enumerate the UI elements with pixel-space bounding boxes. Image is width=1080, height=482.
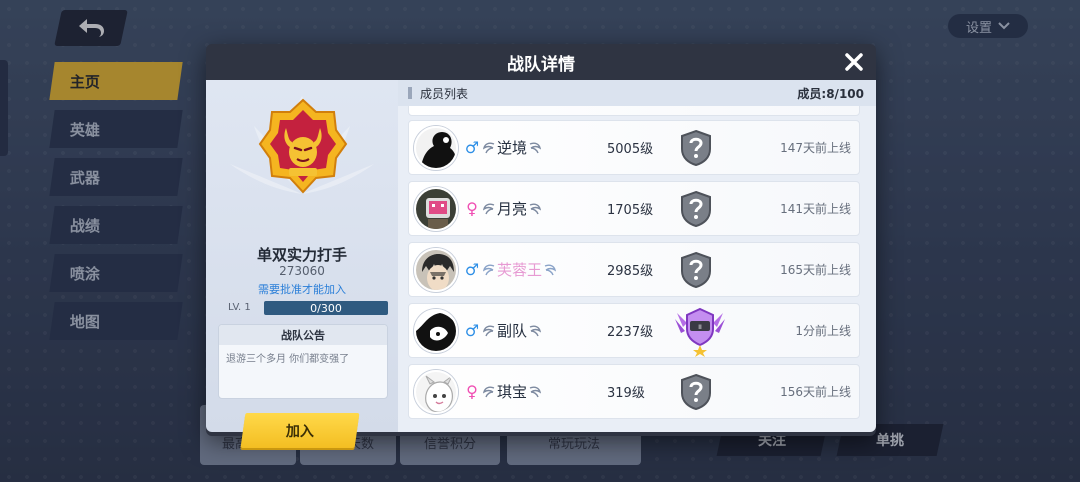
member-list-title: 成员列表: [420, 86, 469, 101]
avatar[interactable]: [414, 247, 458, 292]
join-button-label: 加入: [286, 423, 314, 440]
member-row[interactable]: ♂ 逆境 5005级 147天前上线: [408, 120, 860, 175]
member-level: 1705级: [607, 203, 654, 218]
avatar-sketch-icon: [416, 310, 456, 351]
avatar[interactable]: [414, 125, 458, 170]
wing-left-icon: [483, 386, 495, 397]
gender-male-icon: ♂: [464, 260, 480, 279]
member-name: 副队: [497, 322, 528, 340]
wing-left-icon: [483, 203, 495, 214]
avatar-silhouette-icon: [416, 127, 456, 168]
member-name-wrap: 芙蓉王: [483, 259, 557, 280]
team-exp-bar: 0/300: [264, 301, 388, 315]
team-exp-text: 0/300: [310, 301, 342, 315]
close-button[interactable]: [840, 48, 868, 76]
member-list-panel: 成员列表 成员:8/100 ♂ 逆境 5005级 147天前上线 ♀ 月亮 17…: [398, 80, 876, 432]
notice-content: 退游三个多月 你们都变强了: [226, 354, 350, 365]
member-name: 月亮: [497, 200, 528, 218]
close-icon: [845, 53, 863, 71]
team-emblem-icon: [258, 98, 348, 194]
member-row[interactable]: ♂ 副队 2237级 II 1分前上线: [408, 303, 860, 358]
team-info-panel: 单双实力打手 273060 需要批准才能加入 LV. 1 0/300 战队公告 …: [206, 80, 398, 448]
avatar-tv-head-icon: [416, 188, 456, 229]
join-requirement: 需要批准才能加入: [258, 283, 346, 296]
member-count: 成员:8/100: [797, 86, 864, 101]
avatar[interactable]: [414, 308, 458, 353]
team-notice: 战队公告 退游三个多月 你们都变强了: [218, 324, 388, 399]
notice-title: 战队公告: [219, 325, 387, 345]
gender-female-icon: ♀: [466, 382, 478, 401]
unknown-rank-icon: [681, 373, 711, 410]
last-online: 156天前上线: [780, 385, 851, 399]
unknown-rank-icon: [681, 251, 711, 288]
member-row[interactable]: ♀ 月亮 1705级 141天前上线: [408, 181, 860, 236]
wing-right-icon: [529, 325, 542, 336]
member-name-wrap: 琪宝: [483, 381, 542, 402]
team-level-label: LV. 1: [228, 302, 251, 313]
svg-text:II: II: [698, 324, 702, 331]
wing-left-icon: [483, 264, 495, 275]
last-online: 147天前上线: [780, 141, 851, 155]
gender-female-icon: ♀: [466, 199, 478, 218]
member-level: 2985级: [607, 264, 654, 279]
member-name: 芙蓉王: [497, 261, 543, 279]
member-level: 2237级: [607, 325, 654, 340]
team-name: 单双实力打手: [256, 246, 347, 264]
member-row-partial: [408, 106, 860, 116]
unknown-rank-icon: [681, 190, 711, 227]
gender-male-icon: ♂: [464, 321, 480, 340]
last-online: 165天前上线: [780, 263, 851, 277]
member-level: 5005级: [607, 142, 654, 157]
gender-male-icon: ♂: [464, 138, 480, 157]
header-marker: [408, 87, 412, 99]
member-list[interactable]: ♂ 逆境 5005级 147天前上线 ♀ 月亮 1705级 141天前上线 ♂ …: [408, 106, 860, 432]
wing-right-icon: [529, 203, 542, 214]
wing-right-icon: [544, 264, 557, 275]
last-online: 141天前上线: [780, 202, 851, 216]
wing-right-icon: [529, 142, 542, 153]
member-name-wrap: 月亮: [483, 198, 542, 219]
member-name: 逆境: [497, 139, 528, 157]
avatar[interactable]: [414, 186, 458, 231]
unknown-rank-icon: [681, 129, 711, 166]
member-name: 琪宝: [497, 383, 528, 401]
modal-title: 战队详情: [507, 54, 575, 75]
member-list-header: 成员列表 成员:8/100: [398, 80, 876, 106]
wing-left-icon: [483, 142, 495, 153]
last-online: 1分前上线: [795, 324, 851, 338]
member-name-wrap: 逆境: [483, 137, 542, 158]
member-name-wrap: 副队: [483, 320, 542, 341]
member-row[interactable]: ♀ 琪宝 319级 156天前上线: [408, 364, 860, 419]
member-level: 319级: [607, 386, 645, 401]
wing-right-icon: [529, 386, 542, 397]
wing-left-icon: [483, 325, 495, 336]
avatar-creature-icon: [416, 371, 456, 412]
team-id: 273060: [279, 264, 325, 278]
member-row[interactable]: ♂ 芙蓉王 2985级 165天前上线: [408, 242, 860, 297]
avatar-anime-boy-icon: [416, 249, 456, 290]
team-detail-modal: 战队详情 单双实力打手 273060 需要批准才能加入 LV. 1 0/300 …: [206, 44, 876, 448]
join-button[interactable]: 加入: [240, 413, 360, 448]
purple-rank-badge-icon: II: [675, 307, 725, 357]
avatar[interactable]: [414, 369, 458, 414]
